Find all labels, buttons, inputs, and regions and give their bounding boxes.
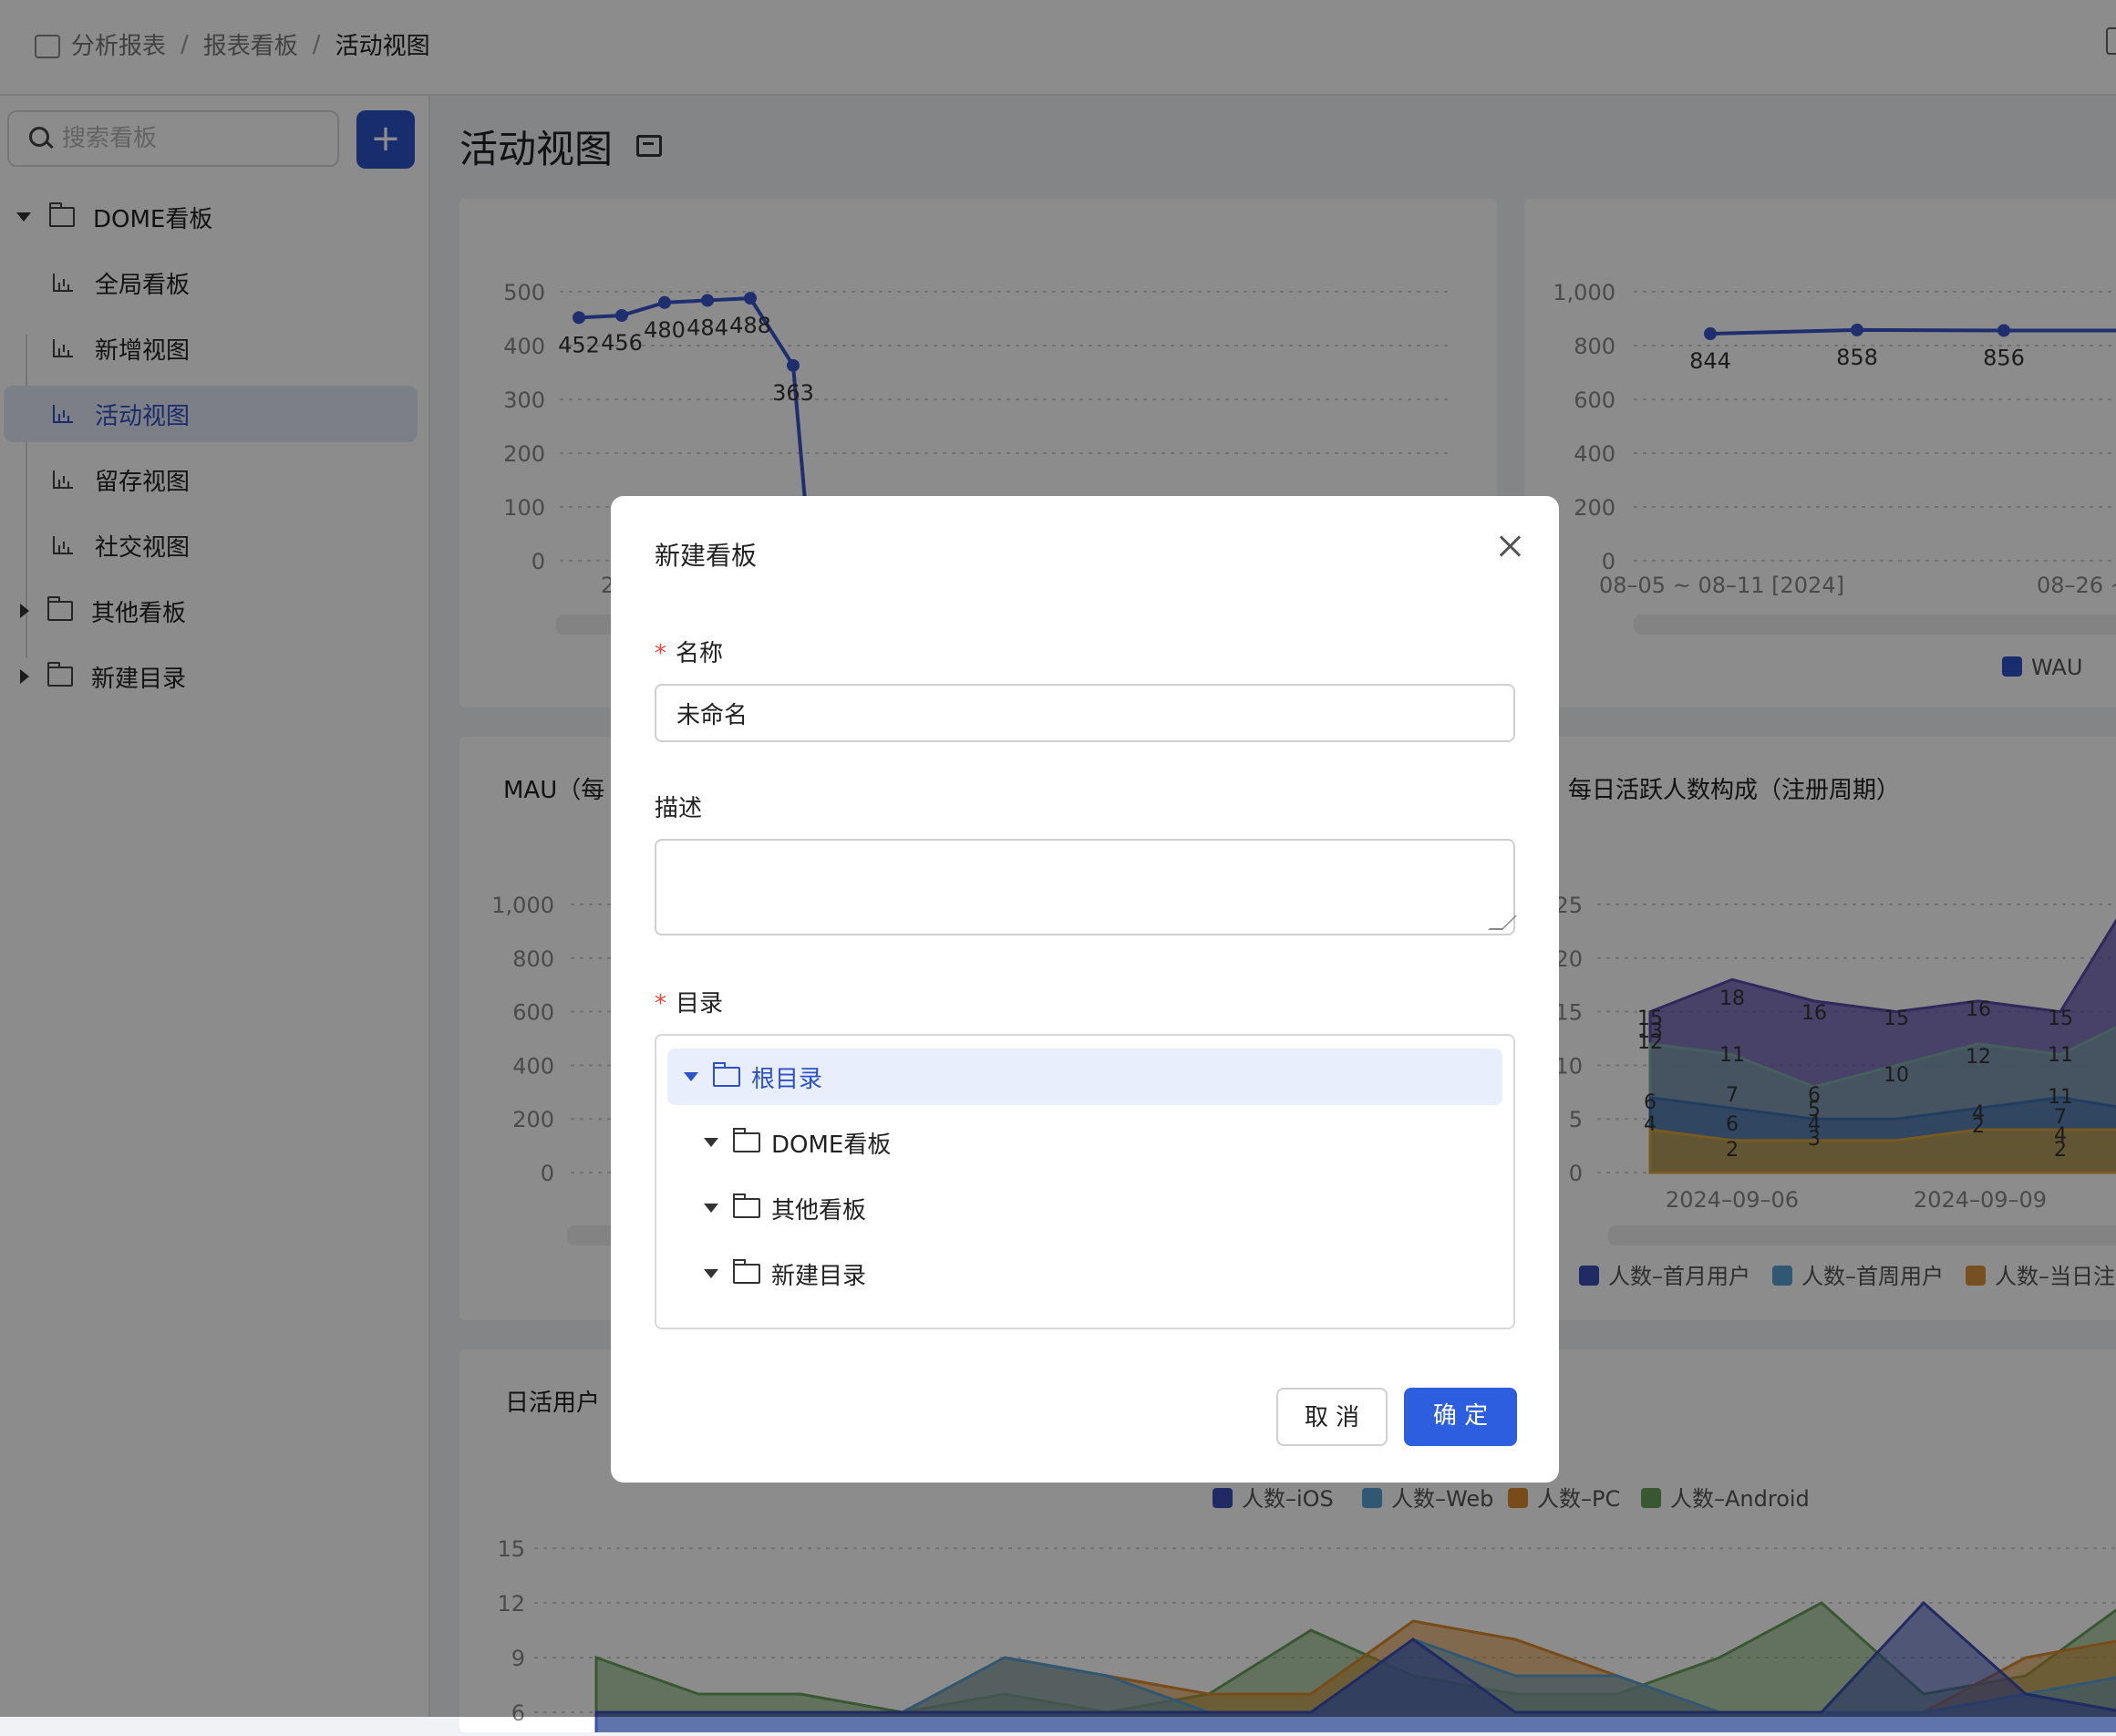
dir-node-root[interactable]: 根目录 (667, 1049, 1502, 1105)
dir-node-label: DOME看板 (771, 1131, 892, 1159)
folder-open-icon (733, 1259, 760, 1284)
dir-node-label: 其他看板 (771, 1196, 867, 1224)
caret-down-icon[interactable] (704, 1138, 718, 1147)
name-input[interactable] (655, 684, 1515, 742)
dir-label-text: 目录 (676, 990, 724, 1018)
description-input[interactable] (655, 839, 1515, 935)
dir-node-dome[interactable]: DOME看板 (704, 1114, 891, 1171)
caret-down-icon[interactable] (704, 1269, 718, 1278)
required-mark: * (655, 990, 666, 1018)
modal-title: 新建看板 (655, 541, 758, 571)
name-label: * 名称 (655, 635, 723, 668)
directory-tree: 根目录 DOME看板 其他看板 新建目录 (655, 1034, 1515, 1329)
new-board-modal: 新建看板 * 名称 描述 * 目录 根目录 DOME看板 其他看板 新建目录 取 消… (611, 496, 1559, 1483)
folder-open-icon (733, 1194, 760, 1218)
confirm-button[interactable]: 确 定 (1404, 1388, 1517, 1446)
desc-label: 描述 (655, 795, 703, 822)
close-icon[interactable] (1493, 531, 1526, 563)
dir-node-label: 根目录 (751, 1065, 823, 1093)
dir-node-other[interactable]: 其他看板 (704, 1180, 866, 1236)
name-label-text: 名称 (676, 640, 724, 667)
dir-node-label: 新建目录 (771, 1262, 867, 1290)
cancel-button[interactable]: 取 消 (1276, 1388, 1388, 1446)
dir-node-new-dir[interactable]: 新建目录 (704, 1245, 866, 1302)
caret-down-icon[interactable] (684, 1072, 698, 1081)
dir-label: * 目录 (655, 985, 723, 1018)
required-mark: * (655, 640, 666, 667)
folder-open-icon (733, 1128, 760, 1152)
folder-open-icon (713, 1062, 740, 1087)
caret-down-icon[interactable] (704, 1204, 718, 1213)
